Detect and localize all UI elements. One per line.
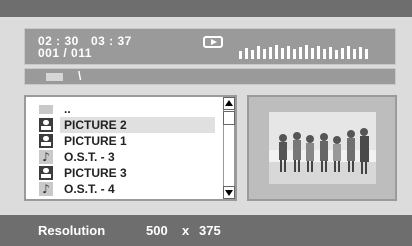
list-item-label: O.S.T. - 3 bbox=[64, 150, 115, 164]
list-scrollbar[interactable] bbox=[223, 97, 235, 199]
folder-up-icon bbox=[39, 105, 53, 114]
info-bar: Resolution 500 x 375 bbox=[0, 215, 412, 246]
list-item-label: O.S.T. - 4 bbox=[64, 182, 115, 196]
equalizer-bars-icon bbox=[239, 45, 368, 59]
scroll-thumb[interactable] bbox=[223, 111, 235, 125]
current-path: \ bbox=[78, 69, 82, 83]
top-bar bbox=[0, 0, 412, 17]
list-item-ost-4[interactable]: ♪ O.S.T. - 4 bbox=[26, 181, 222, 197]
play-icon bbox=[203, 36, 223, 48]
picture-icon bbox=[39, 166, 53, 180]
file-list[interactable]: .. PICTURE 2 PICTURE 1 ♪ O.S.T. - 3 PICT… bbox=[24, 95, 237, 201]
list-item-picture-1[interactable]: PICTURE 1 bbox=[26, 133, 222, 149]
list-item-ost-3[interactable]: ♪ O.S.T. - 3 bbox=[26, 149, 222, 165]
total-time: 03 : 37 bbox=[91, 34, 132, 48]
list-item-parent-folder[interactable]: .. bbox=[26, 101, 222, 117]
list-item-label: PICTURE 1 bbox=[64, 134, 127, 148]
photo-thumbnail bbox=[269, 112, 376, 184]
track-counter: 001 / 011 bbox=[38, 46, 92, 60]
list-item-picture-3[interactable]: PICTURE 3 bbox=[26, 165, 222, 181]
folder-icon bbox=[46, 73, 63, 81]
music-note-icon: ♪ bbox=[39, 182, 53, 196]
folder-path-bar: \ bbox=[24, 68, 396, 85]
preview-panel bbox=[247, 95, 397, 201]
resolution-label: Resolution bbox=[38, 223, 106, 238]
picture-icon bbox=[39, 134, 53, 148]
scroll-up-button[interactable] bbox=[223, 97, 235, 110]
list-item-label: PICTURE 3 bbox=[64, 166, 127, 180]
resolution-width: 500 bbox=[146, 223, 168, 238]
list-item-label: PICTURE 2 bbox=[64, 118, 127, 132]
playback-status-panel: 02 : 30 03 : 37 001 / 011 bbox=[24, 28, 396, 65]
resolution-separator: x bbox=[182, 223, 190, 238]
resolution-height: 375 bbox=[199, 223, 221, 238]
list-item-label: .. bbox=[64, 102, 71, 116]
list-item-picture-2[interactable]: PICTURE 2 bbox=[26, 117, 222, 133]
scroll-down-button[interactable] bbox=[223, 186, 235, 199]
music-note-icon: ♪ bbox=[39, 150, 53, 164]
picture-icon bbox=[39, 118, 53, 132]
